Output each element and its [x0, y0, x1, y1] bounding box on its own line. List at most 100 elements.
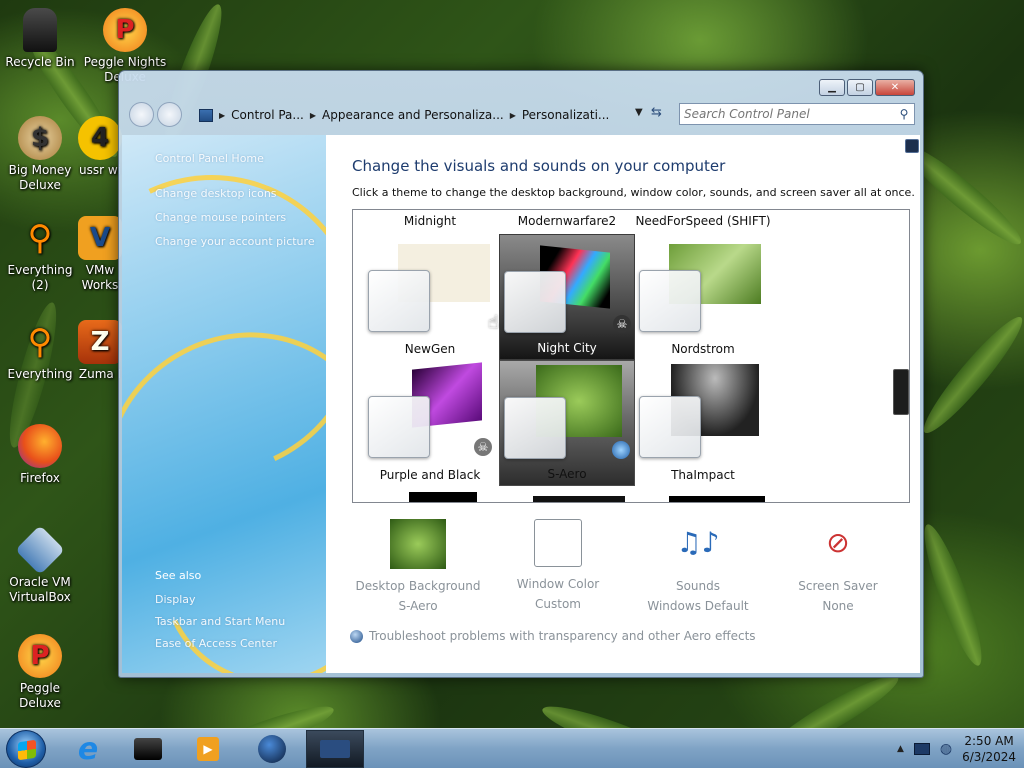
theme-tile-newgen[interactable]: NewGen — [362, 234, 498, 360]
forward-button[interactable] — [157, 102, 182, 127]
theme-tile-night-city[interactable]: ☠ Night City — [499, 234, 635, 360]
zuma-icon: Z — [78, 320, 122, 364]
chevron-right-icon: ▶ — [309, 110, 316, 120]
maximize-button[interactable]: ▢ — [847, 79, 873, 96]
theme-tile-thaimpact[interactable]: ThaImpact — [635, 360, 771, 486]
windows-orb-icon — [612, 441, 630, 459]
desktop-icon-peggle-deluxe[interactable]: P Peggle Deluxe — [0, 634, 80, 711]
desktop-icon-vmware[interactable]: V VMw Works — [78, 216, 122, 293]
theme-label-newgen: NewGen — [404, 342, 456, 356]
close-button[interactable]: ✕ — [875, 79, 915, 96]
start-button[interactable] — [6, 730, 46, 768]
clock-date: 6/3/2024 — [962, 750, 1016, 764]
troubleshoot-label: Troubleshoot problems with transparency … — [369, 629, 756, 643]
sidebar: Control Panel Home Change desktop icons … — [122, 135, 326, 673]
option-sounds[interactable]: ♫♪ Sounds Windows Default — [628, 519, 768, 613]
option-screen-saver[interactable]: ⊘ Screen Saver None — [768, 519, 908, 613]
option-value: Windows Default — [647, 599, 749, 613]
window-color-swatch — [639, 270, 701, 332]
taskbar-internet-explorer[interactable]: e — [60, 730, 116, 768]
hand-cursor-icon: ☝ — [488, 312, 499, 333]
option-name: Window Color — [516, 577, 600, 591]
volume-icon[interactable]: ◍ — [940, 741, 952, 757]
address-bar[interactable]: ▶ Control Pa... ▶ Appearance and Persona… — [199, 104, 629, 126]
sidebar-link-account-picture[interactable]: Change your account picture — [155, 235, 315, 248]
vmware-icon: V — [78, 216, 122, 260]
desktop-icon-everything-2[interactable]: ⚲ Everything (2) — [0, 216, 80, 293]
scrollbar-thumb[interactable] — [893, 369, 909, 415]
firefox-icon — [18, 424, 62, 468]
sidebar-link-ease-of-access[interactable]: Ease of Access Center — [155, 637, 277, 650]
search-icon[interactable]: ⚲ — [894, 107, 914, 121]
money-bag-icon: $ — [18, 116, 62, 160]
option-value: None — [822, 599, 854, 613]
troubleshoot-icon — [350, 629, 363, 643]
taskbar-app-black[interactable] — [120, 730, 176, 768]
clock[interactable]: 2:50 AM 6/3/2024 — [962, 733, 1016, 765]
desktop-icon-big-money[interactable]: $ Big Money Deluxe — [0, 116, 80, 193]
window-color-swatch — [504, 397, 566, 459]
option-desktop-background[interactable]: Desktop Background S-Aero — [348, 519, 488, 613]
desktop-icon-zuma[interactable]: Z Zuma I — [78, 320, 122, 382]
taskbar-media-player[interactable]: ▶ — [180, 730, 236, 768]
sidebar-link-taskbar[interactable]: Taskbar and Start Menu — [155, 615, 285, 628]
window-color-swatch — [368, 396, 430, 458]
desktop-icon-virtualbox[interactable]: Oracle VM VirtualBox — [0, 525, 80, 605]
taskbar-control-panel[interactable] — [306, 730, 364, 768]
theme-tile-nordstrom[interactable]: Nordstrom — [635, 234, 771, 360]
help-icon[interactable] — [905, 139, 919, 153]
minimize-button[interactable]: ▁ — [819, 79, 845, 96]
theme-label-thaimpact: ThaImpact — [671, 468, 735, 482]
search-box: ⚲ — [679, 103, 915, 125]
peggle-icon: P — [18, 634, 62, 678]
internet-explorer-icon: e — [77, 731, 99, 767]
desktop-background-icon — [390, 519, 446, 569]
magnifier-icon: ⚲ — [27, 217, 53, 258]
desktop-icon-recycle-bin[interactable]: Recycle Bin — [0, 8, 80, 70]
desktop-icon-firefox[interactable]: Firefox — [0, 424, 80, 486]
theme-label-purple-and-black: Purple and Black — [379, 468, 481, 482]
peggle-icon: P — [103, 8, 147, 52]
network-icon[interactable] — [913, 743, 930, 755]
page-subtitle: Click a theme to change the desktop back… — [352, 186, 915, 199]
theme-tile-purple-and-black[interactable]: ☠ Purple and Black — [362, 360, 498, 486]
breadcrumb-personalization[interactable]: Personalizati... — [522, 108, 609, 122]
theme-label-needforspeed[interactable]: NeedForSpeed (SHIFT) — [635, 214, 771, 228]
window-color-swatch — [639, 396, 701, 458]
option-name: Sounds — [675, 579, 721, 593]
navigation-bar: ▶ Control Pa... ▶ Appearance and Persona… — [127, 102, 915, 128]
troubleshoot-link[interactable]: Troubleshoot problems with transparency … — [350, 629, 756, 643]
theme-thumbnail-partial — [409, 492, 477, 502]
ussr-icon: 4 — [78, 116, 122, 160]
desktop-icon-ussr[interactable]: 4 ussr wi — [78, 116, 122, 178]
theme-tile-s-aero[interactable]: S-Aero — [499, 360, 635, 486]
control-panel-icon — [320, 740, 350, 758]
content-area: Control Panel Home Change desktop icons … — [122, 135, 920, 673]
back-button[interactable] — [129, 102, 154, 127]
sidebar-link-desktop-icons[interactable]: Change desktop icons — [155, 187, 277, 200]
breadcrumb-control-panel[interactable]: Control Pa... — [231, 108, 304, 122]
option-window-color[interactable]: Window Color Custom — [488, 519, 628, 611]
address-dropdown-icon[interactable]: ▼ — [635, 107, 643, 118]
theme-label-midnight[interactable]: Midnight — [362, 214, 498, 228]
skull-icon: ☠ — [613, 315, 631, 333]
show-hidden-icons-arrow[interactable]: ▲ — [897, 744, 904, 754]
breadcrumb-appearance[interactable]: Appearance and Personaliza... — [322, 108, 504, 122]
option-name: Desktop Background — [355, 579, 481, 593]
sidebar-link-display[interactable]: Display — [155, 593, 196, 606]
search-input[interactable] — [680, 105, 894, 123]
chevron-right-icon: ▶ — [219, 110, 226, 120]
option-name: Screen Saver — [798, 579, 878, 593]
taskbar-globe-app[interactable] — [244, 730, 300, 768]
skull-icon: ☠ — [474, 438, 492, 456]
refresh-icon[interactable]: ⇆ — [651, 105, 662, 120]
sidebar-link-mouse-pointers[interactable]: Change mouse pointers — [155, 211, 286, 224]
recycle-bin-icon — [23, 8, 57, 52]
window-controls: ▁ ▢ ✕ — [819, 79, 915, 96]
option-value: Custom — [535, 597, 581, 611]
desktop-icon-everything[interactable]: ⚲ Everything — [0, 320, 80, 382]
option-value: S-Aero — [398, 599, 438, 613]
theme-label-night-city: Night City — [537, 341, 597, 355]
sidebar-control-panel-home[interactable]: Control Panel Home — [155, 152, 264, 165]
theme-label-modernwarfare2[interactable]: Modernwarfare2 — [499, 214, 635, 228]
